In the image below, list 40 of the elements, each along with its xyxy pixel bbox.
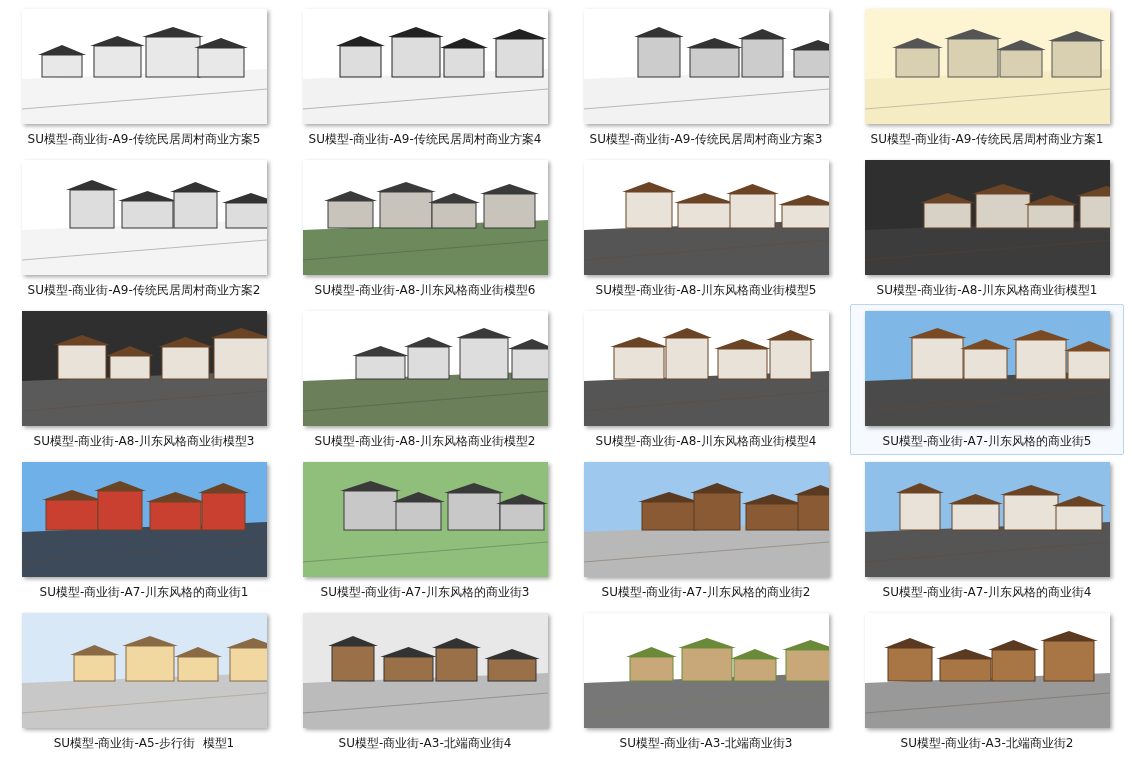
- file-thumbnail[interactable]: SU模型-商业街-A7-川东风格的商业街2: [569, 455, 843, 606]
- file-name: SU模型-商业街-A8-川东风格商业街模型5: [595, 283, 817, 297]
- file-thumbnail[interactable]: SU模型-商业街-A7-川东风格的商业街1: [7, 455, 281, 606]
- file-name: SU模型-商业街-A9-传统民居周村商业方案2: [27, 283, 261, 297]
- file-thumbnail[interactable]: SU模型-商业街-A7-川东风格的商业街3: [288, 455, 562, 606]
- file-name: SU模型-商业街-A9-传统民居周村商业方案5: [27, 132, 261, 146]
- file-thumbnail[interactable]: SU模型-商业街-A3-北端商业街2: [850, 606, 1124, 757]
- file-thumbnail[interactable]: SU模型-商业街-A8-川东风格商业街模型3: [7, 304, 281, 455]
- file-thumbnail[interactable]: SU模型-商业街-A8-川东风格商业街模型5: [569, 153, 843, 304]
- file-thumbnail[interactable]: SU模型-商业街-A3-北端商业街4: [288, 606, 562, 757]
- file-name: SU模型-商业街-A9-传统民居周村商业方案3: [589, 132, 823, 146]
- file-name: SU模型-商业街-A7-川东风格的商业街5: [882, 434, 1092, 448]
- file-thumbnail[interactable]: SU模型-商业街-A8-川东风格商业街模型6: [288, 153, 562, 304]
- file-name: SU模型-商业街-A5-步行街 模型1: [53, 736, 235, 750]
- file-thumbnail[interactable]: SU模型-商业街-A9-传统民居周村商业方案1: [850, 2, 1124, 153]
- file-thumbnail[interactable]: SU模型-商业街-A8-川东风格商业街模型2: [288, 304, 562, 455]
- file-name: SU模型-商业街-A8-川东风格商业街模型2: [314, 434, 536, 448]
- file-thumbnail[interactable]: SU模型-商业街-A3-北端商业街3: [569, 606, 843, 757]
- file-name: SU模型-商业街-A9-传统民居周村商业方案4: [308, 132, 542, 146]
- file-name: SU模型-商业街-A3-北端商业街3: [619, 736, 793, 750]
- file-name: SU模型-商业街-A7-川东风格的商业街1: [39, 585, 249, 599]
- file-thumbnail[interactable]: SU模型-商业街-A5-步行街 模型1: [7, 606, 281, 757]
- file-name: SU模型-商业街-A3-北端商业街4: [338, 736, 512, 750]
- file-thumbnail[interactable]: SU模型-商业街-A9-传统民居周村商业方案5: [7, 2, 281, 153]
- file-name: SU模型-商业街-A3-北端商业街2: [900, 736, 1074, 750]
- file-name: SU模型-商业街-A8-川东风格商业街模型3: [33, 434, 255, 448]
- file-thumbnail[interactable]: SU模型-商业街-A9-传统民居周村商业方案3: [569, 2, 843, 153]
- file-name: SU模型-商业街-A8-川东风格商业街模型4: [595, 434, 817, 448]
- file-thumbnail[interactable]: SU模型-商业街-A9-传统民居周村商业方案2: [7, 153, 281, 304]
- file-thumbnail[interactable]: SU模型-商业街-A7-川东风格的商业街5: [850, 304, 1124, 455]
- file-name: SU模型-商业街-A7-川东风格的商业街3: [320, 585, 530, 599]
- file-name: SU模型-商业街-A9-传统民居周村商业方案1: [870, 132, 1104, 146]
- file-thumbnail[interactable]: SU模型-商业街-A9-传统民居周村商业方案4: [288, 2, 562, 153]
- file-name: SU模型-商业街-A7-川东风格的商业街4: [882, 585, 1092, 599]
- file-name: SU模型-商业街-A8-川东风格商业街模型1: [876, 283, 1098, 297]
- file-thumbnail[interactable]: SU模型-商业街-A8-川东风格商业街模型4: [569, 304, 843, 455]
- file-thumbnail[interactable]: SU模型-商业街-A8-川东风格商业街模型1: [850, 153, 1124, 304]
- file-name: SU模型-商业街-A8-川东风格商业街模型6: [314, 283, 536, 297]
- file-thumbnail[interactable]: SU模型-商业街-A7-川东风格的商业街4: [850, 455, 1124, 606]
- file-name: SU模型-商业街-A7-川东风格的商业街2: [601, 585, 811, 599]
